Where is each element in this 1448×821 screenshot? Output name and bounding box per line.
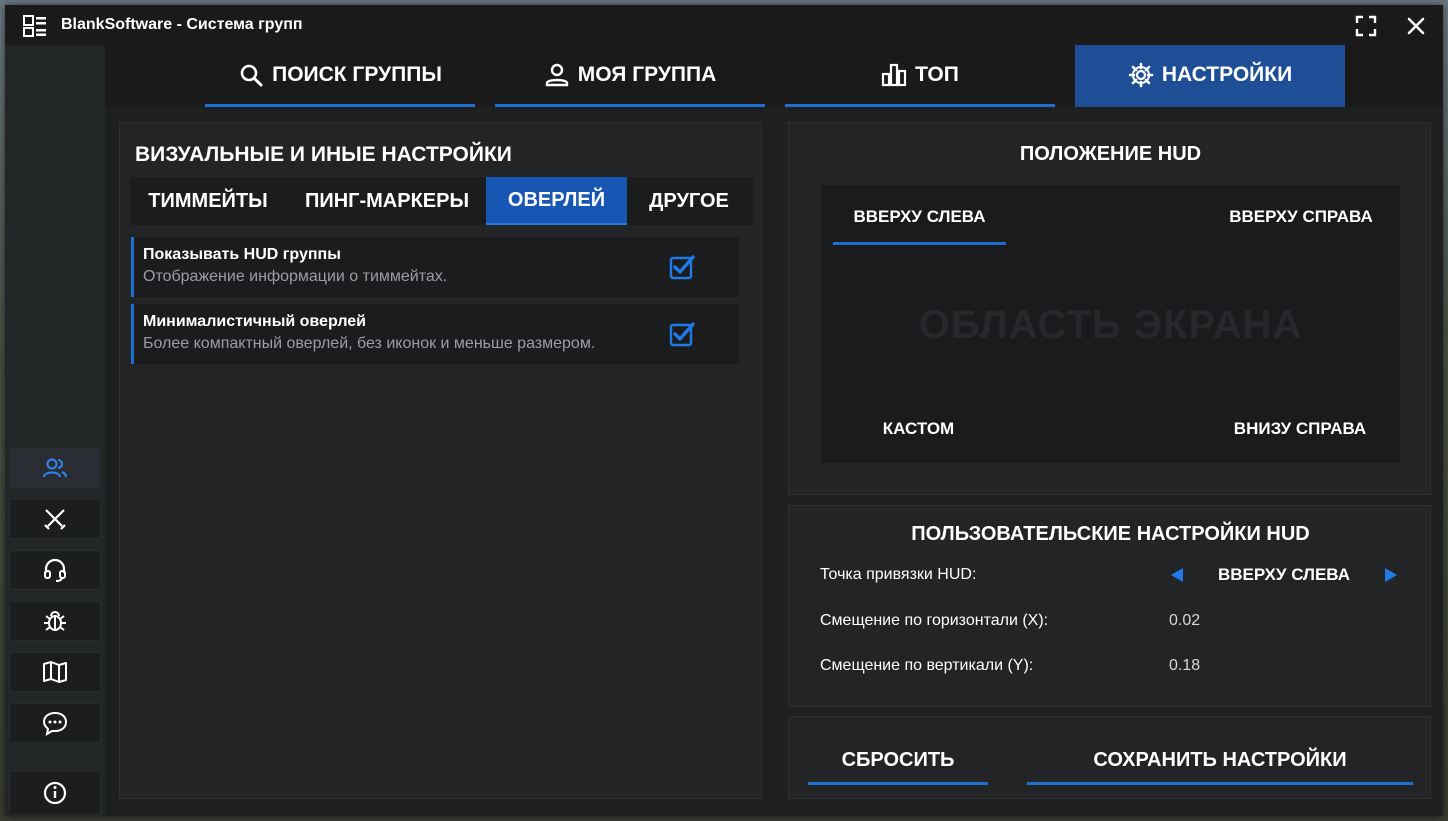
subtab-other[interactable]: ДРУГОЕ [627,177,751,225]
hud-position-panel: ПОЛОЖЕНИЕ HUD ОБЛАСТЬ ЭКРАНА ВВЕРХУ СЛЕВ… [788,122,1431,495]
user-icon [545,63,568,86]
subtab-teammates[interactable]: ТИММЕЙТЫ [130,177,286,225]
chat-icon [42,711,68,737]
app-window: BlankSoftware - Система групп ПОИСК ГРУП… [5,5,1443,816]
screen-area-label: ОБЛАСТЬ ЭКРАНА [918,303,1303,347]
title-bar: BlankSoftware - Система групп [5,5,1443,45]
subtab-overlay[interactable]: ОВЕРЛЕЙ [486,177,627,225]
info-icon [43,781,67,805]
save-settings-button[interactable]: СОХРАНИТЬ НАСТРОЙКИ [1027,739,1413,785]
gear-icon [1128,62,1154,87]
bar-chart-icon [882,63,907,86]
hud-position-title: ПОЛОЖЕНИЕ HUD [1019,143,1202,165]
users-icon [43,458,67,478]
checkbox-checked-icon [669,322,695,347]
show-hud-checkbox[interactable] [668,253,696,281]
sidebar-item-group[interactable] [9,448,101,488]
close-icon[interactable] [1403,13,1429,39]
anchor-next-button[interactable] [1384,567,1398,583]
sidebar-item-bugs[interactable] [9,601,101,641]
maximize-icon[interactable] [1353,13,1379,39]
tab-top[interactable]: ТОП [785,45,1055,107]
custom-hud-panel: ПОЛЬЗОВАТЕЛЬСКИЕ НАСТРОЙКИ HUD Точка при… [788,505,1431,707]
main-tabs: ПОИСК ГРУППЫ МОЯ ГРУППА ТОП НАСТРОЙКИ [105,45,1443,107]
checkbox-checked-icon [669,255,695,280]
tab-label: ПОИСК ГРУППЫ [272,62,442,86]
setting-description: Более компактный оверлей, без иконок и м… [143,335,596,352]
sidebar-item-chat[interactable] [9,703,101,743]
settings-subtabs: ТИММЕЙТЫ ПИНГ-МАРКЕРЫ ОВЕРЛЕЙ ДРУГОЕ [130,177,753,225]
tab-label: МОЯ ГРУППА [577,62,717,86]
panel-title: ВИЗУАЛЬНЫЕ И ИНЫЕ НАСТРОЙКИ [135,143,512,166]
sidebar-item-map[interactable] [9,652,101,692]
actions-panel: СБРОСИТЬ СОХРАНИТЬ НАСТРОЙКИ [788,716,1431,799]
anchor-value: ВВЕРХУ СЛЕВА [1217,565,1351,584]
custom-hud-title: ПОЛЬЗОВАТЕЛЬСКИЕ НАСТРОЙКИ HUD [911,523,1310,545]
visual-settings-panel: ВИЗУАЛЬНЫЕ И ИНЫЕ НАСТРОЙКИ ТИММЕЙТЫ ПИН… [119,122,762,799]
hud-pos-custom[interactable]: КАСТОМ [861,419,976,439]
setting-show-hud: Показывать HUD группы Отображение информ… [131,237,739,297]
reset-button[interactable]: СБРОСИТЬ [808,739,988,785]
setting-minimal-overlay: Минималистичный оверлей Более компактный… [131,304,739,364]
hud-pos-bottom-right[interactable]: ВНИЗУ СПРАВА [1219,419,1381,439]
anchor-prev-button[interactable] [1170,567,1184,583]
setting-title: Минималистичный оверлей [143,313,367,330]
screen-area: ОБЛАСТЬ ЭКРАНА ВВЕРХУ СЛЕВА ВВЕРХУ СПРАВ… [821,185,1400,463]
sidebar [5,45,105,816]
subtab-ping-markers[interactable]: ПИНГ-МАРКЕРЫ [288,177,486,225]
window-title: BlankSoftware - Система групп [61,16,303,33]
sidebar-item-combat[interactable] [9,499,101,539]
anchor-label: Точка привязки HUD: [820,566,977,583]
search-icon [240,64,263,86]
offset-x-label: Смещение по горизонтали (X): [820,612,1049,629]
app-menu-icon[interactable] [23,15,47,37]
offset-y-label: Смещение по вертикали (Y): [820,657,1034,674]
setting-title: Показывать HUD группы [143,246,341,263]
tab-my-group[interactable]: МОЯ ГРУППА [495,45,765,107]
crossed-swords-icon [44,509,66,530]
setting-description: Отображение информации о тиммейтах. [143,268,448,285]
sidebar-item-support[interactable] [9,550,101,590]
bug-icon [44,611,66,631]
hud-pos-top-left[interactable]: ВВЕРХУ СЛЕВА [833,207,1006,245]
triangle-right-icon [1385,568,1397,582]
tab-search-group[interactable]: ПОИСК ГРУППЫ [205,45,475,107]
hud-pos-top-right[interactable]: ВВЕРХУ СПРАВА [1215,207,1387,227]
triangle-left-icon [1171,568,1183,582]
offset-y-value[interactable]: 0.18 [1169,657,1200,675]
minimal-overlay-checkbox[interactable] [668,320,696,348]
tab-label: НАСТРОЙКИ [1161,62,1293,86]
offset-x-value[interactable]: 0.02 [1169,612,1200,630]
tab-label: ТОП [915,62,959,86]
tab-settings[interactable]: НАСТРОЙКИ [1075,45,1345,107]
map-icon [43,661,67,683]
headset-icon [44,558,66,582]
sidebar-item-info[interactable] [9,771,101,815]
